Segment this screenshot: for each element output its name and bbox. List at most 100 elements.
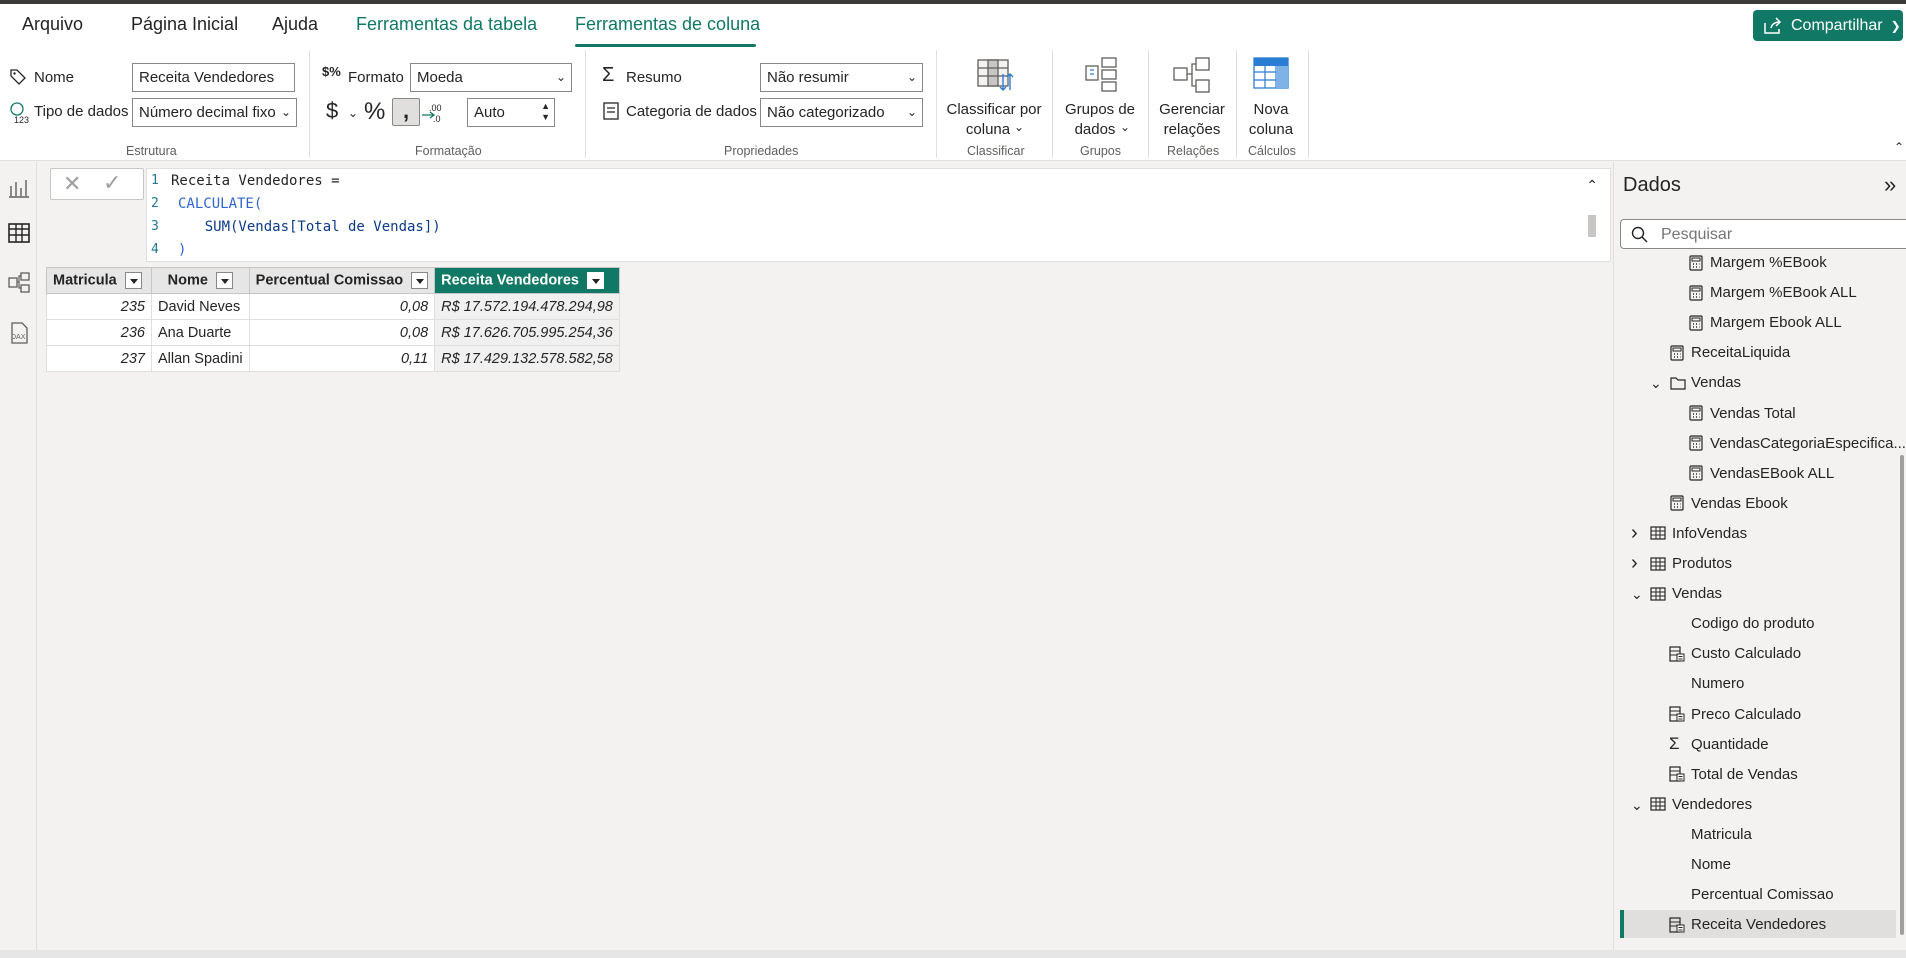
summary-select[interactable]: Não resumir ⌄ [760,63,923,92]
field-list-item[interactable]: Vendas Ebook [1669,495,1788,512]
table-view-icon[interactable] [8,222,30,244]
cell-nome[interactable]: Ana Duarte [151,319,250,346]
decrease-decimal-icon[interactable]: .00.0 [421,101,443,123]
column-header-nome[interactable]: Nome [151,267,250,294]
chevron-down-icon[interactable]: ⌄ [348,106,358,120]
expand-chevron-right-icon[interactable]: › [1631,522,1638,545]
cell-percentual-comissao[interactable]: 0,11 [248,345,436,372]
cell-matricula[interactable]: 235 [46,293,152,320]
field-list-item[interactable]: Margem %EBook ALL [1688,284,1857,301]
cell-matricula[interactable]: 236 [46,319,152,346]
line-number: 3 [151,219,159,234]
column-header-percentual-comissao[interactable]: Percentual Comissao [248,267,436,294]
field-list-item[interactable]: Margem Ebook ALL [1688,314,1842,331]
field-list-item[interactable]: InfoVendas [1650,525,1747,542]
field-list-item[interactable]: Produtos [1650,555,1732,572]
field-list-item[interactable]: Custo Calculado [1669,645,1801,662]
column-header-matricula[interactable]: Matricula [46,267,152,294]
comma-style-button[interactable]: , [392,98,420,126]
share-button[interactable]: Compartilhar ❯ [1753,10,1903,41]
field-list-item[interactable]: Vendedores [1650,796,1752,813]
decimals-spinner[interactable]: Auto ▲ ▼ [467,98,555,127]
table-row: 236 Ana Duarte 0,08 R$ 17.626.705.995.25… [46,319,620,346]
tab-arquivo[interactable]: Arquivo [22,14,83,35]
cancel-formula-icon[interactable]: ✕ [63,171,81,197]
field-list-item[interactable]: Margem %EBook [1688,254,1827,271]
cell-receita-vendedores[interactable]: R$ 17.572.194.478.294,98 [434,293,620,320]
column-header-label: Percentual Comissao [255,272,404,289]
column-filter-icon[interactable] [215,272,233,289]
data-groups-label-1: Grupos de [1064,101,1136,118]
field-list-item[interactable]: Percentual Comissao [1669,886,1834,903]
field-list-item-label: Vendas [1672,585,1723,603]
column-filter-icon[interactable] [411,272,429,289]
field-list-item-label: Receita Vendedores [1691,916,1827,934]
group-title-propriedades: Propriedades [724,144,799,158]
new-column-button[interactable]: Nova coluna [1240,54,1302,140]
active-tab-indicator [575,44,756,47]
sort-by-column-label-1: Classificar por [946,101,1042,118]
column-filter-icon[interactable] [124,272,142,289]
field-list-item[interactable]: VendasCategoriaEspecifica... [1688,435,1906,452]
cell-receita-vendedores[interactable]: R$ 17.626.705.995.254,36 [434,319,620,346]
field-list-item[interactable]: Total de Vendas [1669,766,1798,783]
collapse-ribbon-icon[interactable]: ⌃ [1894,140,1904,154]
cell-percentual-comissao[interactable]: 0,08 [248,293,436,320]
field-list-item[interactable]: Σ Quantidade [1669,734,1769,754]
percent-button[interactable]: % [364,98,385,126]
field-list-item[interactable]: Matricula [1669,826,1752,843]
column-filter-icon[interactable] [586,272,604,289]
field-list-item[interactable]: Codigo do produto [1669,615,1814,632]
formula-scrollbar[interactable] [1588,215,1596,237]
data-category-select[interactable]: Não categorizado ⌄ [760,98,923,127]
field-list-item[interactable]: Vendas [1669,374,1741,391]
cell-percentual-comissao[interactable]: 0,08 [248,319,436,346]
field-list-item[interactable]: Numero [1669,675,1744,692]
cell-nome[interactable]: Allan Spadini [151,345,250,372]
report-view-icon[interactable] [8,177,30,199]
expand-chevron-down-icon[interactable]: ⌄ [1631,797,1643,814]
collapse-formula-icon[interactable]: ⌃ [1586,177,1598,194]
cell-matricula[interactable]: 237 [46,345,152,372]
calculator-icon [1688,405,1704,421]
commit-formula-icon[interactable]: ✓ [103,170,121,196]
calc-column-icon [1669,706,1685,722]
tab-ferramentas-tabela[interactable]: Ferramentas da tabela [356,14,537,35]
data-groups-button[interactable]: Grupos de dados ⌄ [1058,54,1142,140]
spinner-arrows-icon[interactable]: ▲ ▼ [541,101,550,123]
collapse-pane-icon[interactable]: » [1884,172,1896,198]
field-list-item[interactable]: Preco Calculado [1669,706,1801,723]
field-list-item[interactable]: Nome [1669,856,1731,873]
data-category-label: Categoria de dados [626,103,757,120]
expand-chevron-down-icon[interactable]: ⌄ [1650,375,1662,392]
search-input[interactable] [1661,224,1901,246]
manage-relationships-button[interactable]: Gerenciar relações [1152,54,1232,140]
cell-nome[interactable]: David Neves [151,293,250,320]
column-header-receita-vendedores[interactable]: Receita Vendedores [434,267,620,294]
dax-query-view-icon[interactable]: DAX [8,322,30,344]
chevron-down-icon: ❯ [1890,18,1901,33]
model-view-icon[interactable] [8,272,30,294]
field-list-item[interactable]: VendasEBook ALL [1688,465,1834,482]
tab-ferramentas-coluna[interactable]: Ferramentas de coluna [575,14,760,35]
name-input[interactable]: Receita Vendedores [132,63,295,92]
data-type-select[interactable]: Número decimal fixo ⌄ [132,98,297,127]
tab-pagina-inicial[interactable]: Página Inicial [131,14,238,35]
data-pane-search[interactable] [1620,219,1906,249]
field-list-item[interactable]: ReceitaLiquida [1669,344,1790,361]
ribbon: Nome Receita Vendedores 123 Tipo de dado… [0,48,1906,161]
tab-ajuda[interactable]: Ajuda [272,14,318,35]
format-select[interactable]: Moeda ⌄ [410,63,572,92]
expand-chevron-down-icon[interactable]: ⌄ [1631,586,1643,603]
field-list-item[interactable]: Vendas Total [1688,405,1796,422]
cell-receita-vendedores[interactable]: R$ 17.429.132.578.582,58 [434,345,620,372]
expand-chevron-right-icon[interactable]: › [1631,552,1638,575]
field-list-item[interactable]: Receita Vendedores [1669,916,1826,933]
sort-by-column-button[interactable]: Classificar por coluna ⌄ [944,54,1044,140]
currency-button[interactable]: $ [326,98,338,124]
field-list-item[interactable]: Vendas [1650,585,1722,602]
data-pane-scrollbar[interactable] [1900,455,1904,935]
dax-formula-editor[interactable]: 1 Receita Vendedores = 2 CALCULATE( 3 SU… [146,168,1611,262]
sigma-icon: Σ [1669,734,1680,754]
formula-line-4: ) [178,242,187,258]
